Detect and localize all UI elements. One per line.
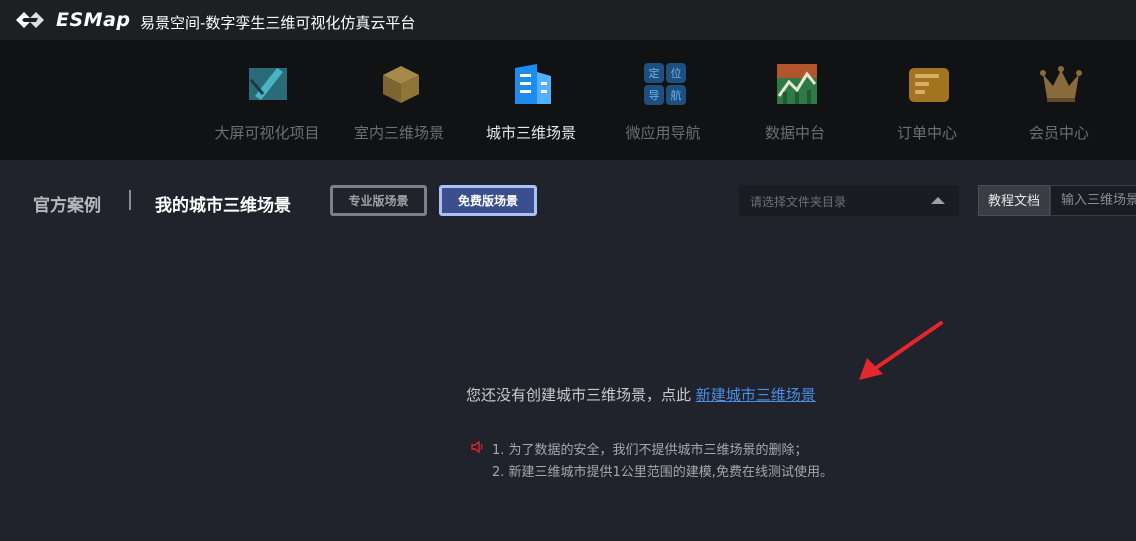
scene-search-input[interactable] (1050, 185, 1136, 216)
nav-label: 大屏可视化项目 (214, 124, 320, 142)
note-line-1: 1. 为了数据的安全，我们不提供城市三维场景的删除； (492, 443, 808, 458)
app-title: 易景空间-数字孪生三维可视化仿真云平台 (140, 14, 416, 32)
glyph-dao: 导 (649, 89, 660, 102)
pro-scene-button[interactable]: 专业版场景 (330, 185, 427, 216)
caret-up-icon (931, 197, 945, 204)
nav-label: 城市三维场景 (485, 124, 576, 142)
create-city-scene-link[interactable]: 新建城市三维场景 (696, 386, 816, 404)
nav-label: 室内三维场景 (353, 124, 444, 142)
nav-label: 订单中心 (896, 124, 957, 142)
nav-item-indoor[interactable]: 室内三维场景 (334, 40, 464, 160)
esmap-logo-icon (16, 12, 44, 28)
empty-state-text: 您还没有创建城市三维场景，点此 (466, 386, 696, 404)
folder-select[interactable]: 请选择文件夹目录 (739, 185, 959, 216)
cube-icon (383, 66, 419, 103)
chart-icon (777, 64, 817, 104)
glyph-hang: 航 (671, 88, 682, 102)
empty-state-message: 您还没有创建城市三维场景，点此 新建城市三维场景 (466, 384, 816, 405)
tab-my-city-scenes[interactable]: 我的城市三维场景 (155, 191, 291, 216)
dashboard-icon (249, 68, 287, 100)
nav-item-data-center[interactable]: 数据中台 (730, 40, 860, 160)
note-line-2: 2. 新建三维城市提供1公里范围的建模,免费在线测试使用。 (492, 465, 833, 480)
free-scene-button[interactable]: 免费版场景 (439, 185, 537, 216)
navigation-grid-icon: 定 位 导 航 (644, 63, 686, 105)
tab-divider (129, 190, 131, 210)
glyph-ding: 定 (649, 66, 660, 80)
nav-item-members[interactable]: 会员中心 (994, 40, 1124, 160)
red-arrow-annotation (859, 321, 943, 380)
nav-item-dashboard[interactable]: 大屏可视化项目 (202, 40, 332, 160)
nav-item-orders[interactable]: 订单中心 (862, 40, 992, 160)
nav-item-micro-apps[interactable]: 定 位 导 航 微应用导航 (598, 40, 728, 160)
order-icon (909, 68, 949, 102)
main-nav: 大屏可视化项目 室内三维场景 城市三维场景 定 位 导 航 微应用导航 数据中台… (0, 40, 1136, 160)
tutorial-docs-button[interactable]: 教程文档 (978, 185, 1050, 216)
folder-select-placeholder: 请选择文件夹目录 (750, 195, 847, 209)
tab-official-cases[interactable]: 官方案例 (33, 191, 101, 216)
title-bar: ESMap 易景空间-数字孪生三维可视化仿真云平台 (0, 0, 1136, 40)
nav-label: 数据中台 (764, 124, 825, 142)
nav-label: 微应用导航 (625, 124, 701, 142)
brand-name: ESMap (56, 9, 131, 31)
speaker-icon (471, 440, 483, 454)
glyph-wei: 位 (671, 66, 682, 80)
city-building-icon (515, 64, 551, 104)
crown-icon (1040, 66, 1082, 102)
nav-label: 会员中心 (1028, 124, 1089, 142)
nav-item-city[interactable]: 城市三维场景 (466, 40, 596, 160)
